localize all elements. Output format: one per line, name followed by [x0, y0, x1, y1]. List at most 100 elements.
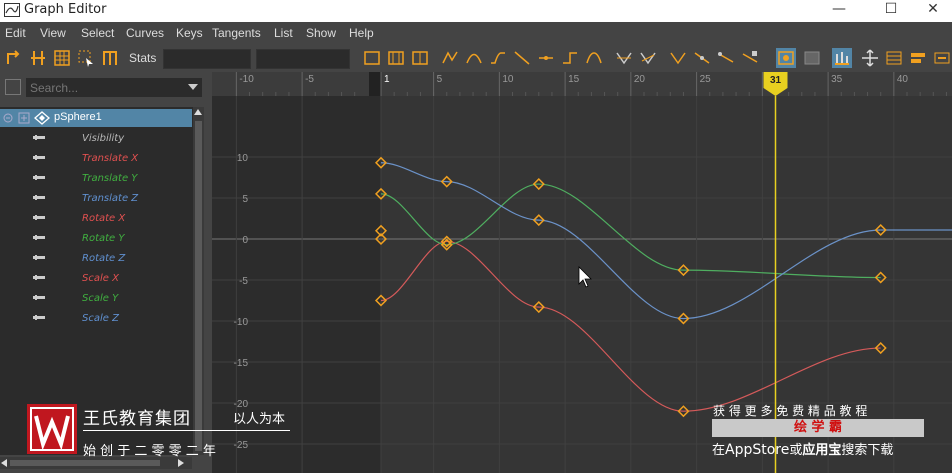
frame-selection-icon[interactable] — [386, 48, 406, 68]
keyed-channel-icon — [33, 275, 45, 280]
time-ruler-start-marker — [369, 72, 381, 96]
menu-view[interactable]: View — [40, 26, 66, 40]
keyed-channel-icon — [33, 315, 45, 320]
outliner-attribute-row[interactable]: Rotate Y — [0, 229, 192, 249]
keyed-channel-icon — [33, 135, 45, 140]
window-title: Graph Editor — [24, 2, 107, 17]
ruler-tick-label: 40 — [897, 74, 909, 85]
menu-edit[interactable]: Edit — [5, 26, 26, 40]
value-axis-label: -5 — [239, 276, 248, 287]
outliner-attribute-row[interactable]: Rotate X — [0, 209, 192, 229]
keyed-channel-icon — [33, 195, 45, 200]
outliner-object-row[interactable]: pSphere1 — [0, 109, 192, 127]
object-name: pSphere1 — [54, 111, 102, 123]
ruler-tick-label: 20 — [634, 74, 646, 85]
attribute-label: Scale X — [82, 273, 119, 284]
lock-tangent-weight-icon[interactable] — [740, 48, 760, 68]
menu-help[interactable]: Help — [349, 26, 374, 40]
menu-list[interactable]: List — [274, 26, 293, 40]
scroll-thumb[interactable] — [195, 121, 202, 451]
collapse-icon[interactable] — [3, 113, 13, 123]
watermark-founded: 始 创 于 二 零 零 二 年 — [83, 444, 216, 459]
clamped-tangent-icon[interactable] — [488, 48, 508, 68]
maximize-button[interactable]: ☐ — [872, 0, 910, 20]
plateau-tangent-icon[interactable] — [584, 48, 604, 68]
outliner-attribute-row[interactable]: Translate Y — [0, 169, 192, 189]
close-button[interactable]: ✕ — [914, 0, 952, 20]
region-select-icon[interactable] — [76, 48, 96, 68]
expand-icon[interactable] — [18, 112, 30, 124]
auto-tangent-icon[interactable] — [440, 48, 460, 68]
auto-load-icon[interactable] — [776, 48, 796, 68]
watermark-promo-line: 获 得 更 多 免 费 精 品 教 程 — [713, 404, 868, 418]
load-selected-icon[interactable] — [802, 48, 822, 68]
outliner-attribute-row[interactable]: Scale X — [0, 269, 192, 289]
stats-time-field[interactable] — [163, 49, 251, 69]
ruler-tick-label: 25 — [700, 74, 712, 85]
watermark-dl-post: 搜索下载 — [841, 443, 894, 458]
ruler-tick-label: 1 — [384, 74, 390, 85]
outliner-attribute-row[interactable]: Translate X — [0, 149, 192, 169]
scroll-up-icon[interactable] — [194, 109, 202, 115]
move-manipulator-icon[interactable] — [860, 48, 880, 68]
ruler-tick-label: 15 — [568, 74, 580, 85]
keyed-channel-icon — [33, 255, 45, 260]
time-snap-icon[interactable] — [832, 48, 852, 68]
buffer-curve-snapshot-icon[interactable] — [614, 48, 634, 68]
search-dropdown-icon[interactable] — [188, 84, 198, 90]
search-input[interactable] — [26, 78, 192, 97]
value-axis-label: 5 — [242, 194, 248, 205]
watermark-divider — [83, 430, 290, 431]
outliner-vertical-scrollbar[interactable] — [193, 107, 204, 455]
time-editor-icon[interactable] — [932, 48, 952, 68]
search-box[interactable] — [26, 78, 202, 97]
menu-keys[interactable]: Keys — [176, 26, 203, 40]
ruler-tick-label: 35 — [831, 74, 843, 85]
linear-tangent-icon[interactable] — [512, 48, 532, 68]
wangshi-logo — [27, 404, 77, 454]
free-tangent-weight-icon[interactable] — [716, 48, 736, 68]
filter-icon[interactable] — [5, 79, 21, 95]
insert-key-icon[interactable] — [28, 48, 48, 68]
toolbar: Stats — [0, 45, 952, 71]
lattice-deform-icon[interactable] — [52, 48, 72, 68]
swap-buffer-curve-icon[interactable] — [638, 48, 658, 68]
outliner-attribute-row[interactable]: Scale Y — [0, 289, 192, 309]
menu-tangents[interactable]: Tangents — [212, 26, 261, 40]
value-axis-label: 10 — [237, 153, 249, 164]
scroll-thumb-horizontal[interactable] — [10, 460, 160, 466]
keyed-channel-icon — [33, 155, 45, 160]
minimize-button[interactable]: — — [820, 0, 858, 20]
spline-tangent-icon[interactable] — [464, 48, 484, 68]
menu-curves[interactable]: Curves — [126, 26, 164, 40]
outliner-attribute-row[interactable]: Translate Z — [0, 189, 192, 209]
dope-sheet-icon[interactable] — [884, 48, 904, 68]
frame-all-icon[interactable] — [362, 48, 382, 68]
outliner-attribute-row[interactable]: Visibility — [0, 129, 192, 149]
transform-node-icon — [34, 111, 50, 125]
menu-bar: Edit View Select Curves Keys Tangents Li… — [0, 23, 952, 45]
retime-tool-icon[interactable] — [100, 48, 120, 68]
step-tangent-icon[interactable] — [560, 48, 580, 68]
move-nearest-key-icon[interactable] — [4, 48, 24, 68]
outliner-panel: pSphere1 Visibility Translate X Translate … — [0, 107, 204, 455]
flat-tangent-icon[interactable] — [536, 48, 556, 68]
value-axis-label: -25 — [234, 440, 249, 451]
stats-value-field[interactable] — [256, 49, 350, 69]
scroll-left-icon[interactable] — [1, 459, 7, 467]
outliner-attribute-row[interactable]: Rotate Z — [0, 249, 192, 269]
menu-show[interactable]: Show — [306, 26, 336, 40]
keyed-channel-icon — [33, 175, 45, 180]
break-tangents-icon[interactable] — [668, 48, 688, 68]
ruler-tick-label: -5 — [305, 74, 314, 85]
value-axis-label: -10 — [234, 317, 249, 328]
menu-select[interactable]: Select — [81, 26, 114, 40]
frame-playback-range-icon[interactable] — [410, 48, 430, 68]
trax-editor-icon[interactable] — [908, 48, 928, 68]
attribute-label: Rotate Z — [82, 253, 126, 264]
unify-tangents-icon[interactable] — [692, 48, 712, 68]
attribute-label: Rotate Y — [82, 233, 125, 244]
value-axis-label: -15 — [234, 358, 249, 369]
outliner-attribute-row[interactable]: Scale Z — [0, 309, 192, 329]
scroll-right-icon[interactable] — [178, 459, 184, 467]
